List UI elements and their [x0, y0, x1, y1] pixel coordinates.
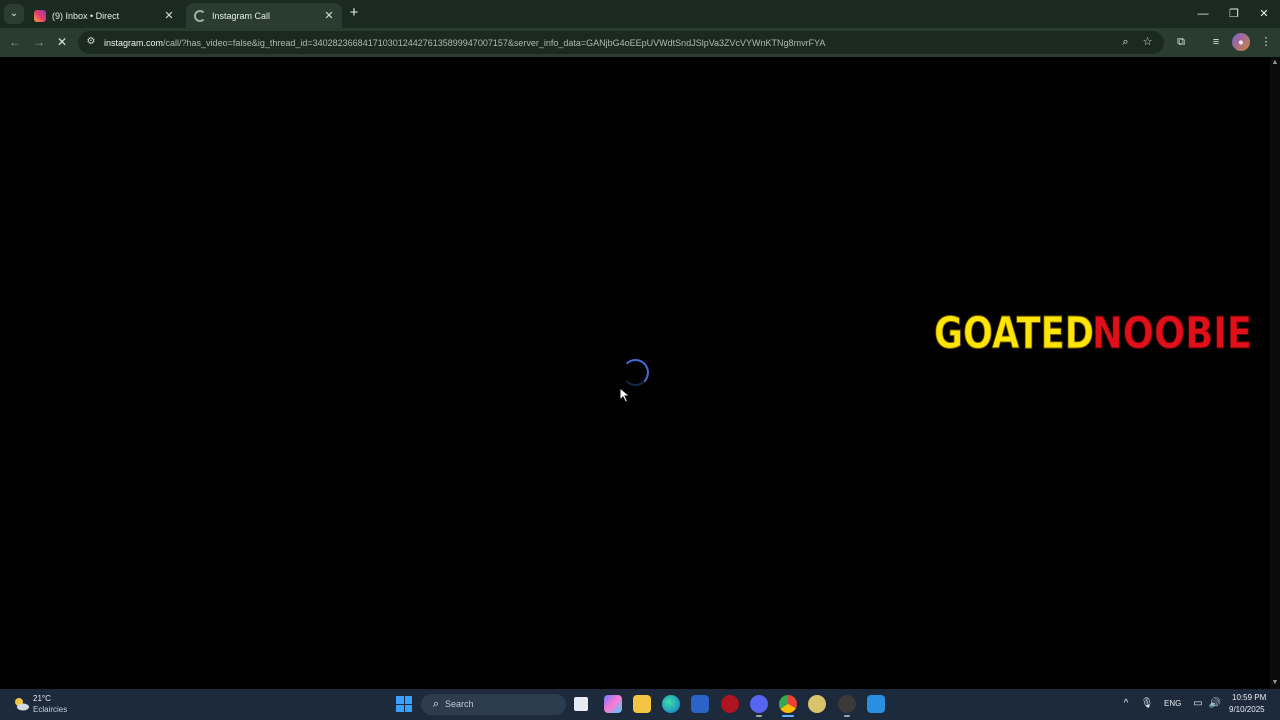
url-path: /call/?has_video=false&ig_thread_id=3402…: [163, 38, 826, 48]
red-app-icon[interactable]: [721, 695, 739, 713]
page-scrollbar[interactable]: ▲ ▼: [1270, 57, 1280, 689]
chrome-icon[interactable]: [779, 695, 797, 717]
svg-text:NOOBIE: NOOBIE: [1092, 308, 1252, 354]
photos-app-icon[interactable]: [867, 695, 885, 713]
edge-browser-icon[interactable]: [662, 695, 680, 713]
tab-title: Instagram Call: [212, 10, 271, 21]
input-language[interactable]: ENG: [1164, 699, 1181, 708]
copilot-icon[interactable]: [604, 695, 622, 713]
tray-overflow-chevron-icon[interactable]: ^: [1119, 697, 1133, 711]
restore-icon[interactable]: ❐: [1218, 0, 1250, 28]
tab-close-icon[interactable]: ✕: [162, 9, 176, 23]
game-app-icon[interactable]: [808, 695, 826, 713]
page-content: GOATED NOOBIE: [0, 57, 1270, 689]
scroll-up-arrow-icon[interactable]: ▲: [1271, 59, 1279, 67]
microsoft-store-icon[interactable]: [691, 695, 709, 713]
tab-search-chevron-icon[interactable]: ⌄: [4, 4, 24, 24]
media-controls-icon[interactable]: ≡: [1207, 33, 1225, 51]
forward-arrow-icon[interactable]: →: [30, 33, 48, 51]
browser-toolbar: ← → ✕ ⚙ instagram.com/call/?has_video=fa…: [0, 28, 1280, 57]
bookmark-star-icon[interactable]: ☆: [1140, 35, 1155, 50]
weather-partly-sunny-icon[interactable]: [12, 695, 30, 713]
window-close-icon[interactable]: ✕: [1248, 0, 1280, 28]
instagram-icon: [34, 9, 46, 22]
file-explorer-icon[interactable]: [633, 695, 651, 713]
tab-close-icon[interactable]: ✕: [322, 9, 336, 23]
weather-temperature[interactable]: 21°C: [33, 694, 51, 703]
zoom-icon[interactable]: ⌕: [1118, 35, 1133, 50]
minimize-icon[interactable]: —: [1187, 0, 1219, 28]
task-view-icon[interactable]: [574, 697, 588, 711]
scroll-down-arrow-icon[interactable]: ▼: [1271, 679, 1279, 687]
network-icon[interactable]: ▭: [1191, 697, 1205, 711]
profile-avatar[interactable]: ●: [1232, 33, 1250, 51]
new-tab-button[interactable]: +: [346, 5, 362, 21]
url-text[interactable]: instagram.com/call/?has_video=false&ig_t…: [104, 36, 1104, 50]
svg-text:GOATED: GOATED: [934, 308, 1094, 354]
loading-spinner: [622, 359, 649, 386]
taskbar-search[interactable]: ⌕ Search: [421, 694, 566, 715]
screen: ⌄ (9) Inbox • Direct ✕ Instagram Call ✕ …: [0, 0, 1280, 720]
loading-icon: [194, 9, 206, 22]
tab-instagram-call[interactable]: Instagram Call ✕: [186, 3, 342, 28]
extensions-icon[interactable]: ⧉: [1172, 33, 1190, 51]
site-info-icon[interactable]: ⚙: [84, 35, 98, 49]
menu-kebab-icon[interactable]: ⋮: [1257, 33, 1275, 51]
url-host: instagram.com: [104, 38, 164, 48]
tab-strip: ⌄ (9) Inbox • Direct ✕ Instagram Call ✕ …: [0, 0, 1280, 28]
clock-time[interactable]: 10:59 PM: [1232, 693, 1266, 702]
recording-app-icon[interactable]: [838, 695, 856, 717]
microphone-icon[interactable]: 🎙: [1140, 697, 1154, 711]
mouse-cursor-icon: [619, 387, 631, 403]
discord-icon[interactable]: [750, 695, 768, 717]
address-bar[interactable]: ⚙ instagram.com/call/?has_video=false&ig…: [78, 31, 1164, 54]
start-windows-icon[interactable]: [396, 696, 412, 712]
back-arrow-icon[interactable]: ←: [6, 33, 24, 51]
windows-taskbar: 21°C Eclaircies ⌕ Search ^ 🎙 ENG ▭ 🔊 10:…: [0, 689, 1280, 720]
clock-date[interactable]: 9/10/2025: [1229, 705, 1265, 714]
search-placeholder: Search: [445, 699, 474, 709]
goatednoobie-watermark-logo: GOATED NOOBIE: [934, 308, 1253, 355]
volume-icon[interactable]: 🔊: [1208, 697, 1222, 711]
search-icon: ⌕: [432, 698, 440, 710]
stop-loading-icon[interactable]: ✕: [53, 33, 71, 51]
tab-inbox-direct[interactable]: (9) Inbox • Direct ✕: [26, 3, 182, 28]
weather-description[interactable]: Eclaircies: [33, 705, 67, 714]
tab-title: (9) Inbox • Direct: [52, 10, 120, 21]
